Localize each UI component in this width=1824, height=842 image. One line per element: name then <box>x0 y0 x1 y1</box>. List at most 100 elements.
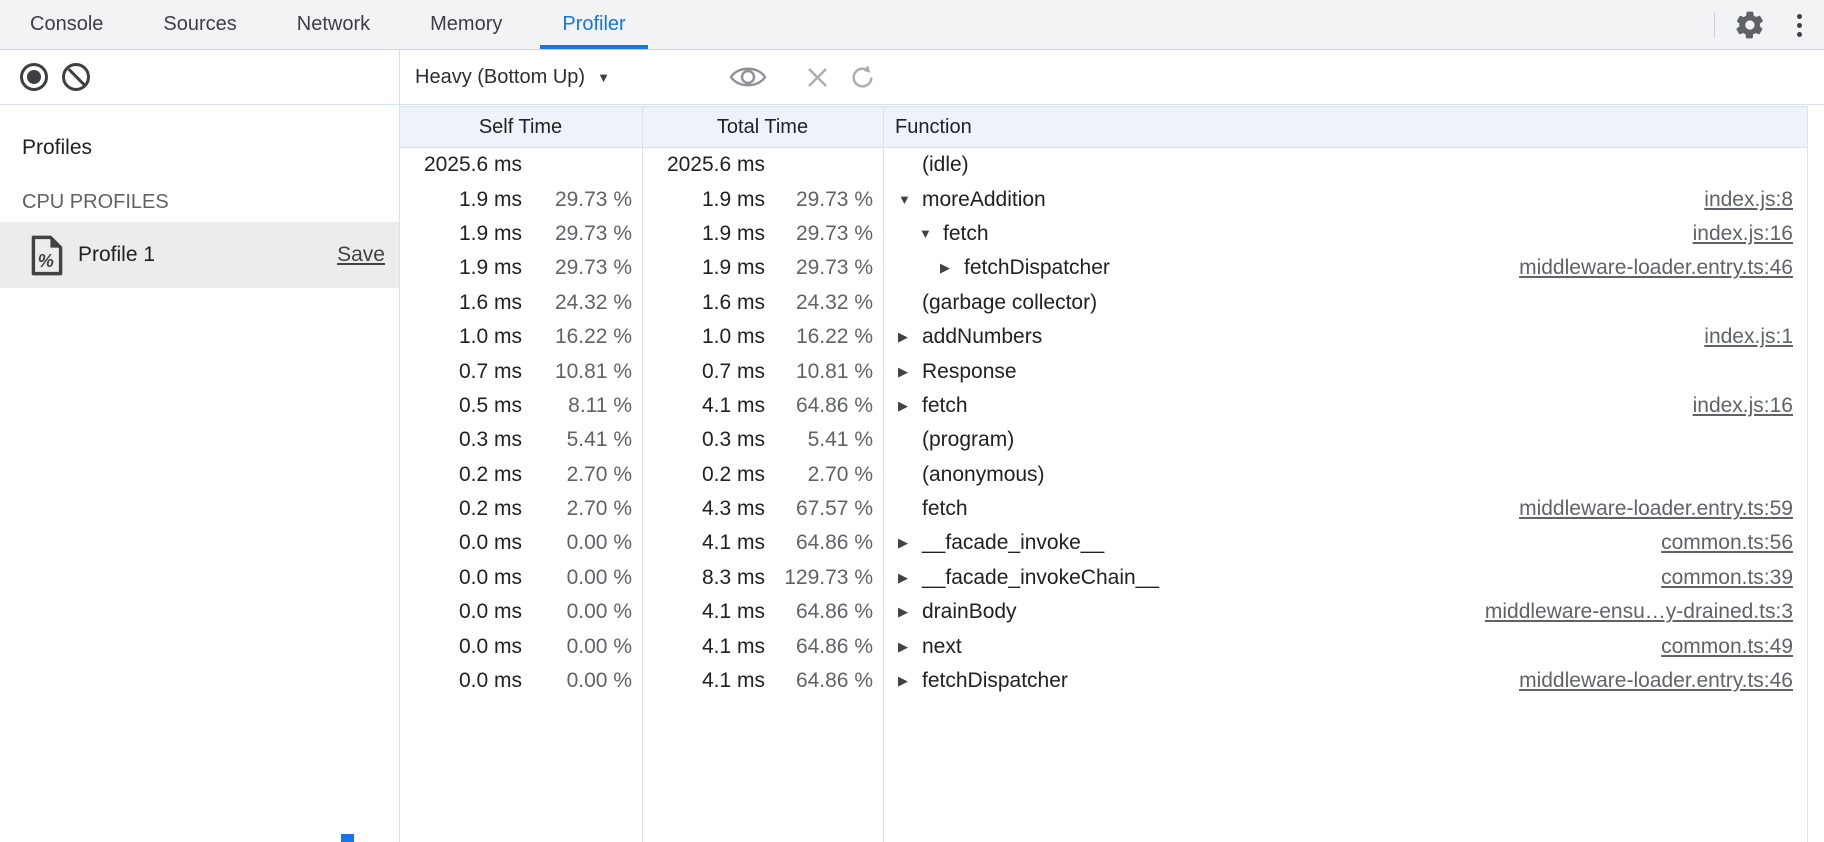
total-time-cell: 4.1 ms64.86 % <box>642 669 883 693</box>
expand-arrow-icon[interactable]: ▼ <box>919 226 943 241</box>
svg-text:%: % <box>38 250 54 270</box>
total-time-ms: 1.9 ms <box>642 256 765 280</box>
function-name: drainBody <box>922 600 1017 624</box>
table-row[interactable]: 0.5 ms8.11 %4.1 ms64.86 %▶fetchindex.js:… <box>399 389 1807 423</box>
expand-arrow-icon[interactable]: ▶ <box>898 570 922 586</box>
column-header-total-time[interactable]: Total Time <box>642 116 883 139</box>
self-time-pct <box>522 153 632 177</box>
function-cell: (anonymous) <box>883 463 1807 487</box>
tab-profiler[interactable]: Profiler <box>532 0 655 49</box>
expand-arrow-icon[interactable]: ▶ <box>898 535 922 551</box>
self-time-ms: 0.7 ms <box>399 360 522 384</box>
self-time-cell: 0.2 ms2.70 % <box>399 463 642 487</box>
source-link[interactable]: index.js:1 <box>1704 325 1807 349</box>
table-row[interactable]: 0.3 ms5.41 %0.3 ms5.41 %(program) <box>399 423 1807 457</box>
expand-arrow-icon[interactable]: ▶ <box>940 260 964 276</box>
table-row[interactable]: 0.2 ms2.70 %4.3 ms67.57 %fetchmiddleware… <box>399 492 1807 526</box>
self-time-pct: 24.32 % <box>522 291 632 315</box>
self-time-ms: 2025.6 ms <box>399 153 522 177</box>
table-row[interactable]: 1.6 ms24.32 %1.6 ms24.32 %(garbage colle… <box>399 286 1807 320</box>
table-row[interactable]: 2025.6 ms2025.6 ms(idle) <box>399 148 1807 182</box>
source-link[interactable]: common.ts:49 <box>1661 635 1807 659</box>
function-name: next <box>922 635 962 659</box>
source-link[interactable]: common.ts:39 <box>1661 566 1807 590</box>
function-name: (garbage collector) <box>922 291 1097 315</box>
table-row[interactable]: 1.9 ms29.73 %1.9 ms29.73 %▼moreAdditioni… <box>399 182 1807 216</box>
profile-item[interactable]: % Profile 1 Save <box>0 222 399 288</box>
source-link[interactable]: middleware-loader.entry.ts:46 <box>1519 256 1807 280</box>
total-time-cell: 4.1 ms64.86 % <box>642 394 883 418</box>
self-time-pct: 0.00 % <box>522 566 632 590</box>
source-link[interactable]: index.js:8 <box>1704 188 1807 212</box>
total-time-pct: 64.86 % <box>765 531 873 555</box>
total-time-ms: 8.3 ms <box>642 566 765 590</box>
column-header-self-time[interactable]: Self Time <box>399 116 642 139</box>
table-row[interactable]: 0.0 ms0.00 %4.1 ms64.86 %▶fetchDispatche… <box>399 664 1807 698</box>
total-time-pct: 2.70 % <box>765 463 873 487</box>
function-name: fetchDispatcher <box>922 669 1068 693</box>
self-time-ms: 1.9 ms <box>399 256 522 280</box>
total-time-cell: 0.2 ms2.70 % <box>642 463 883 487</box>
total-time-cell: 1.6 ms24.32 % <box>642 291 883 315</box>
source-link[interactable]: index.js:16 <box>1693 222 1807 246</box>
focus-selected-icon[interactable] <box>728 50 768 104</box>
tab-network[interactable]: Network <box>267 0 400 49</box>
clear-icon[interactable] <box>62 63 90 91</box>
expand-arrow-icon[interactable]: ▼ <box>898 192 922 207</box>
column-divider-self-total[interactable] <box>642 106 643 842</box>
total-time-ms: 4.1 ms <box>642 635 765 659</box>
sidebar-divider[interactable] <box>399 50 400 842</box>
self-time-cell: 1.9 ms29.73 % <box>399 188 642 212</box>
self-time-ms: 0.0 ms <box>399 600 522 624</box>
column-header-function[interactable]: Function <box>883 116 1807 139</box>
function-name: addNumbers <box>922 325 1042 349</box>
table-row[interactable]: 0.2 ms2.70 %0.2 ms2.70 %(anonymous) <box>399 458 1807 492</box>
tabbar-controls <box>1714 0 1810 50</box>
source-link[interactable]: middleware-loader.entry.ts:59 <box>1519 497 1807 521</box>
total-time-cell: 8.3 ms129.73 % <box>642 566 883 590</box>
table-row[interactable]: 0.0 ms0.00 %4.1 ms64.86 %▶__facade_invok… <box>399 526 1807 560</box>
tab-console[interactable]: Console <box>0 0 133 49</box>
exclude-selected-icon[interactable] <box>806 50 829 104</box>
table-row[interactable]: 1.0 ms16.22 %1.0 ms16.22 %▶addNumbersind… <box>399 320 1807 354</box>
scroll-indicator <box>341 834 354 842</box>
tab-sources[interactable]: Sources <box>133 0 266 49</box>
total-time-cell: 1.0 ms16.22 % <box>642 325 883 349</box>
self-time-ms: 0.0 ms <box>399 531 522 555</box>
profile-view-dropdown[interactable]: Heavy (Bottom Up) ▼ <box>415 50 610 104</box>
total-time-pct: 64.86 % <box>765 669 873 693</box>
expand-arrow-icon[interactable]: ▶ <box>898 639 922 655</box>
record-icon[interactable] <box>20 63 48 91</box>
expand-arrow-icon[interactable]: ▶ <box>898 673 922 689</box>
tabbar-divider <box>1714 12 1715 38</box>
column-divider-total-function[interactable] <box>883 106 884 842</box>
self-time-pct: 10.81 % <box>522 360 632 384</box>
total-time-ms: 2025.6 ms <box>642 153 765 177</box>
save-link[interactable]: Save <box>337 243 385 267</box>
table-row[interactable]: 0.0 ms0.00 %4.1 ms64.86 %▶drainBodymiddl… <box>399 595 1807 629</box>
self-time-pct: 8.11 % <box>522 394 632 418</box>
total-time-pct: 5.41 % <box>765 428 873 452</box>
total-time-pct: 64.86 % <box>765 635 873 659</box>
table-row[interactable]: 1.9 ms29.73 %1.9 ms29.73 %▶fetchDispatch… <box>399 251 1807 285</box>
total-time-pct: 67.57 % <box>765 497 873 521</box>
expand-arrow-icon[interactable]: ▶ <box>898 604 922 620</box>
settings-gear-icon[interactable] <box>1733 8 1767 42</box>
table-row[interactable]: 1.9 ms29.73 %1.9 ms29.73 %▼fetchindex.js… <box>399 217 1807 251</box>
restore-all-icon[interactable] <box>849 50 876 104</box>
expand-arrow-icon[interactable]: ▶ <box>898 364 922 380</box>
source-link[interactable]: common.ts:56 <box>1661 531 1807 555</box>
source-link[interactable]: index.js:16 <box>1693 394 1807 418</box>
source-link[interactable]: middleware-ensu…y-drained.ts:3 <box>1485 600 1807 624</box>
expand-arrow-icon[interactable]: ▶ <box>898 398 922 414</box>
expand-arrow-icon[interactable]: ▶ <box>898 329 922 345</box>
function-cell: ▶Response <box>883 360 1807 384</box>
tab-memory[interactable]: Memory <box>400 0 532 49</box>
source-link[interactable]: middleware-loader.entry.ts:46 <box>1519 669 1807 693</box>
more-options-icon[interactable] <box>1789 10 1810 41</box>
table-row[interactable]: 0.0 ms0.00 %4.1 ms64.86 %▶nextcommon.ts:… <box>399 629 1807 663</box>
total-time-ms: 1.9 ms <box>642 188 765 212</box>
table-row[interactable]: 0.0 ms0.00 %8.3 ms129.73 %▶__facade_invo… <box>399 561 1807 595</box>
table-row[interactable]: 0.7 ms10.81 %0.7 ms10.81 %▶Response <box>399 354 1807 388</box>
table-header: Self Time Total Time Function <box>399 106 1807 148</box>
